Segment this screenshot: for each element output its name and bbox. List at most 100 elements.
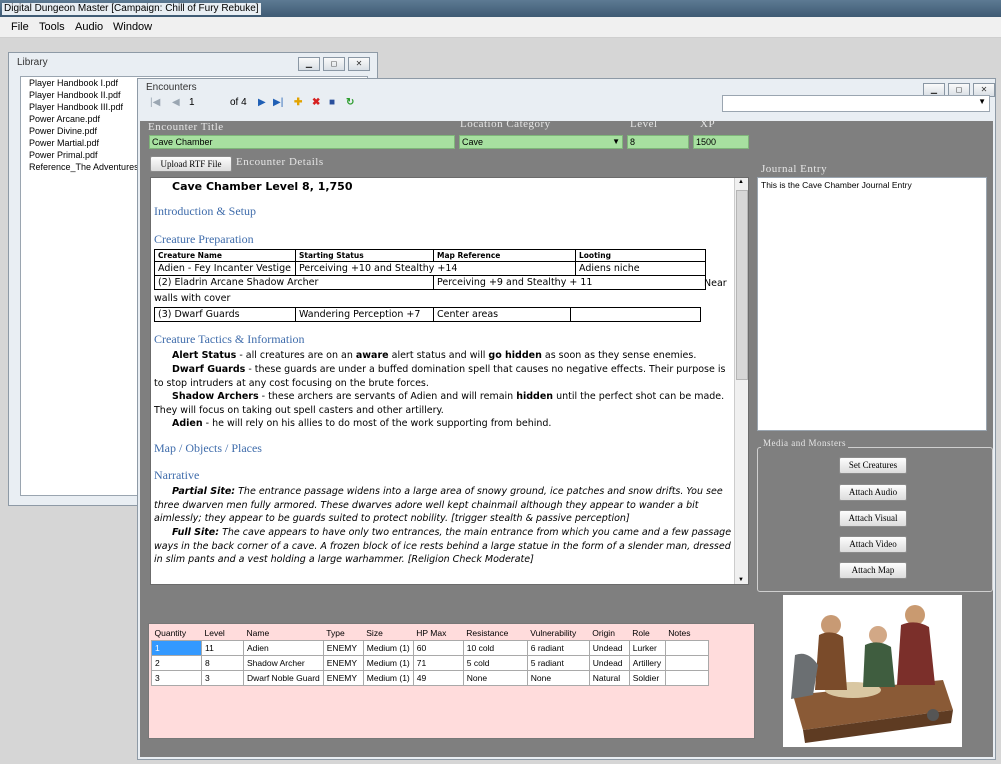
attach-visual-button[interactable]: Attach Visual bbox=[839, 510, 907, 527]
menu-tools[interactable]: Tools bbox=[39, 21, 65, 33]
cell[interactable]: 6 radiant bbox=[526, 640, 590, 656]
cell[interactable] bbox=[664, 670, 709, 686]
cell[interactable]: 10 cold bbox=[462, 640, 528, 656]
cell[interactable]: None bbox=[526, 670, 590, 686]
close-icon[interactable]: ✕ bbox=[348, 57, 370, 71]
encounter-title-label: Encounter Title bbox=[148, 121, 224, 133]
cell[interactable]: Undead bbox=[588, 655, 630, 671]
cell[interactable]: Natural bbox=[588, 670, 630, 686]
col-notes[interactable]: Notes bbox=[665, 626, 709, 641]
attach-video-button[interactable]: Attach Video bbox=[839, 536, 907, 553]
encounters-title: Encounters bbox=[146, 82, 197, 93]
set-creatures-button[interactable]: Set Creatures bbox=[839, 457, 907, 474]
attach-map-button[interactable]: Attach Map bbox=[839, 562, 907, 579]
doc-adien: Adien - he will rely on his allies to do… bbox=[172, 418, 552, 429]
cell[interactable]: Soldier bbox=[628, 670, 666, 686]
level-field[interactable]: 8 bbox=[627, 135, 689, 149]
cell[interactable]: 5 cold bbox=[462, 655, 528, 671]
creature-prep-table-2: (3) Dwarf Guards Wandering Perception +7… bbox=[154, 307, 701, 322]
col-resistance[interactable]: Resistance bbox=[463, 626, 528, 641]
refresh-icon[interactable]: ↻ bbox=[346, 97, 354, 108]
cell[interactable]: None bbox=[462, 670, 528, 686]
navigation-toolbar: |◀ ◀ 1 of 4 ▶ ▶| ✚ ✖ ■ ↻ ▼ bbox=[142, 94, 990, 116]
col-name[interactable]: Name bbox=[243, 626, 324, 641]
save-icon[interactable]: ■ bbox=[329, 97, 335, 108]
minimize-icon[interactable]: ▁ bbox=[298, 57, 320, 71]
col-type[interactable]: Type bbox=[323, 626, 364, 641]
prep-cell: Wandering Perception +7 bbox=[295, 307, 434, 322]
scroll-up-icon[interactable]: ▲ bbox=[738, 179, 744, 185]
xp-field[interactable]: 1500 bbox=[693, 135, 749, 149]
cell[interactable]: 8 bbox=[201, 655, 244, 671]
next-icon[interactable]: ▶ bbox=[258, 97, 266, 108]
cell[interactable]: Dwarf Noble Guard bbox=[243, 670, 324, 686]
location-category-field[interactable]: Cave ▼ bbox=[459, 135, 623, 149]
adventurers-illustration bbox=[783, 595, 962, 747]
location-category-value: Cave bbox=[462, 137, 484, 147]
encounter-visual-image bbox=[783, 595, 962, 747]
table-row[interactable]: 1 11 Adien ENEMY Medium (1) 60 10 cold 6… bbox=[151, 640, 709, 656]
menu-file[interactable]: File bbox=[11, 21, 29, 33]
table-row[interactable]: 3 3 Dwarf Noble Guard ENEMY Medium (1) 4… bbox=[151, 670, 709, 686]
scroll-thumb[interactable] bbox=[736, 190, 748, 380]
creature-grid[interactable]: Quantity Level Name Type Size HP Max Res… bbox=[148, 623, 755, 739]
col-vulnerability[interactable]: Vulnerability bbox=[527, 626, 590, 641]
cell[interactable]: 2 bbox=[151, 655, 202, 671]
cell[interactable]: 5 radiant bbox=[526, 655, 590, 671]
first-icon[interactable]: |◀ bbox=[150, 97, 160, 108]
upload-rtf-button[interactable]: Upload RTF File bbox=[150, 156, 232, 172]
attach-audio-button[interactable]: Attach Audio bbox=[839, 484, 907, 501]
delete-icon[interactable]: ✖ bbox=[312, 97, 320, 108]
col-role[interactable]: Role bbox=[629, 626, 666, 641]
col-origin[interactable]: Origin bbox=[589, 626, 630, 641]
section-narrative: Narrative bbox=[154, 468, 200, 482]
document-body: Cave Chamber Level 8, 1,750 Introduction… bbox=[151, 178, 734, 584]
cell[interactable]: 60 bbox=[412, 640, 464, 656]
col-hp[interactable]: HP Max bbox=[413, 626, 464, 641]
record-number[interactable]: 1 bbox=[189, 97, 227, 108]
journal-entry-textarea[interactable]: This is the Cave Chamber Journal Entry bbox=[757, 177, 987, 431]
cell[interactable] bbox=[664, 640, 709, 656]
restore-icon[interactable]: ◻ bbox=[323, 57, 345, 71]
goto-encounter-select[interactable]: ▼ bbox=[722, 95, 990, 112]
cell[interactable]: 3 bbox=[201, 670, 244, 686]
doc-near: Near bbox=[704, 278, 727, 289]
cell[interactable]: Medium (1) bbox=[362, 670, 414, 686]
doc-full: Full Site: The cave appears to have only… bbox=[154, 527, 732, 565]
cell[interactable]: Undead bbox=[588, 640, 630, 656]
cell[interactable]: Medium (1) bbox=[362, 655, 414, 671]
encounter-title-field[interactable]: Cave Chamber bbox=[149, 135, 455, 149]
encounter-details-document[interactable]: Cave Chamber Level 8, 1,750 Introduction… bbox=[150, 177, 749, 585]
cell[interactable] bbox=[664, 655, 709, 671]
cell[interactable]: 49 bbox=[412, 670, 464, 686]
last-icon[interactable]: ▶| bbox=[273, 97, 283, 108]
th-map: Map Reference bbox=[433, 249, 576, 262]
cell[interactable]: Shadow Archer bbox=[243, 655, 324, 671]
prep-cell: Center areas bbox=[433, 307, 571, 322]
menu-audio[interactable]: Audio bbox=[75, 21, 103, 33]
table-row[interactable]: 2 8 Shadow Archer ENEMY Medium (1) 71 5 … bbox=[151, 655, 709, 671]
cell[interactable]: 71 bbox=[412, 655, 464, 671]
doc-alert: Alert Status - all creatures are on an a… bbox=[172, 350, 697, 361]
cell[interactable]: 1 bbox=[151, 640, 202, 656]
document-scrollbar[interactable]: ▲ ▼ bbox=[734, 178, 748, 584]
cell[interactable]: Artillery bbox=[628, 655, 666, 671]
col-quantity[interactable]: Quantity bbox=[151, 626, 202, 641]
cell[interactable]: Lurker bbox=[628, 640, 666, 656]
add-icon[interactable]: ✚ bbox=[294, 97, 302, 108]
section-tactics: Creature Tactics & Information bbox=[154, 332, 305, 346]
scroll-down-icon[interactable]: ▼ bbox=[738, 577, 744, 583]
col-size[interactable]: Size bbox=[363, 626, 414, 641]
cell[interactable]: 3 bbox=[151, 670, 202, 686]
cell[interactable]: ENEMY bbox=[322, 655, 364, 671]
cell[interactable]: Medium (1) bbox=[362, 640, 414, 656]
cell[interactable]: ENEMY bbox=[322, 670, 364, 686]
menu-bar: File Tools Audio Window bbox=[0, 17, 1001, 38]
cell[interactable]: 11 bbox=[201, 640, 244, 656]
menu-window[interactable]: Window bbox=[113, 21, 152, 33]
cell[interactable]: Adien bbox=[243, 640, 324, 656]
cell[interactable]: ENEMY bbox=[322, 640, 364, 656]
app-title: Digital Dungeon Master [Campaign: Chill … bbox=[2, 3, 261, 15]
prev-icon[interactable]: ◀ bbox=[172, 97, 180, 108]
col-level[interactable]: Level bbox=[201, 626, 244, 641]
